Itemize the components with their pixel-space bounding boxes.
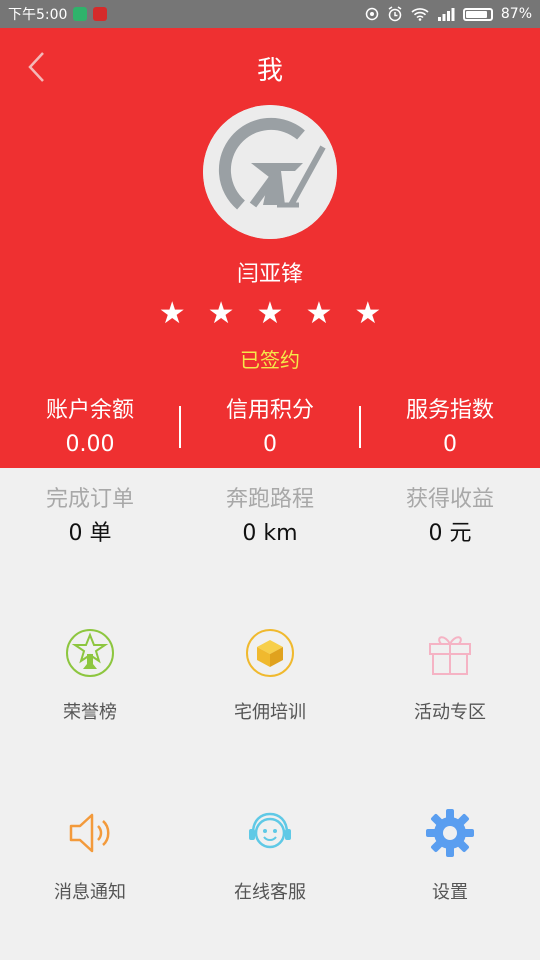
performance-stats: 完成订单 0 单 奔跑路程 0 km 获得收益 0 元 (0, 484, 540, 550)
zhaiyong-app-icon (93, 7, 108, 21)
star-icon: ★ (158, 296, 186, 331)
location-icon (365, 7, 379, 21)
completed-orders-value: 0 单 (68, 521, 112, 546)
menu-item-label: 宅佣培训 (234, 702, 306, 723)
training-box-icon (246, 629, 294, 677)
alarm-icon (388, 6, 402, 22)
menu-item-activities[interactable]: 活动专区 (360, 620, 540, 800)
running-distance-label: 奔跑路程 (225, 487, 314, 512)
star-icon: ★ (354, 296, 382, 331)
customer-service-icon (249, 812, 291, 849)
menu-item-label: 设置 (432, 882, 468, 903)
gear-icon (426, 809, 474, 857)
zhaiyong-logo-icon (203, 105, 337, 239)
completed-orders-label: 完成订单 (45, 487, 134, 512)
account-summary: 账户余额 0.00 信用积分 0 服务指数 0 (0, 394, 540, 464)
divider (179, 406, 181, 448)
star-icon: ★ (207, 296, 235, 331)
account-balance-label: 账户余额 (45, 398, 134, 423)
menu-item-label: 消息通知 (54, 882, 126, 903)
earned-income-value: 0 元 (428, 521, 472, 546)
menu-item-label: 荣誉榜 (63, 702, 117, 723)
service-index[interactable]: 服务指数 0 (359, 394, 540, 464)
credit-points-value: 0 (263, 432, 277, 457)
menu-item-label: 活动专区 (414, 702, 486, 723)
running-distance: 奔跑路程 0 km (180, 484, 360, 550)
credit-points-label: 信用积分 (225, 398, 314, 423)
menu-item-honor-board[interactable]: 荣誉榜 (0, 620, 180, 800)
wifi-icon (411, 8, 429, 21)
earned-income: 获得收益 0 元 (360, 484, 540, 550)
star-icon: ★ (305, 296, 333, 331)
menu-item-settings[interactable]: 设置 (360, 800, 540, 960)
user-name: 闫亚锋 (236, 262, 303, 287)
gift-icon (429, 636, 471, 675)
menu-grid: 荣誉榜 宅佣培训 活动专区 消息通知 在线客服 设置 (0, 620, 540, 960)
shield-app-icon (73, 7, 88, 21)
service-index-value: 0 (443, 432, 457, 457)
status-time: 下午5:00 (8, 7, 68, 23)
avatar[interactable] (203, 105, 337, 239)
credit-points[interactable]: 信用积分 0 (179, 394, 360, 464)
honor-trophy-icon (66, 629, 114, 677)
earned-income-label: 获得收益 (405, 487, 494, 512)
completed-orders: 完成订单 0 单 (0, 484, 180, 550)
page-title: 我 (256, 56, 283, 86)
service-index-label: 服务指数 (405, 398, 494, 423)
signal-icon (437, 8, 455, 21)
running-distance-value: 0 km (242, 521, 298, 546)
menu-item-training[interactable]: 宅佣培训 (180, 620, 360, 800)
profile-header: 我 闫亚锋 ★ ★ ★ ★ ★ 已签约 账户余额 0.00 信用积分 0 服务指… (0, 28, 540, 468)
divider (359, 406, 361, 448)
menu-item-label: 在线客服 (234, 882, 306, 903)
menu-item-online-support[interactable]: 在线客服 (180, 800, 360, 960)
battery-percent: 87% (500, 6, 532, 22)
star-icon: ★ (256, 296, 284, 331)
status-bar: 下午5:00 87% (0, 0, 540, 28)
rating-stars: ★ ★ ★ ★ ★ (0, 296, 540, 332)
account-balance-value: 0.00 (65, 432, 115, 457)
menu-item-notifications[interactable]: 消息通知 (0, 800, 180, 960)
battery-icon (462, 7, 493, 21)
contract-status: 已签约 (240, 348, 300, 372)
speaker-icon (69, 813, 110, 853)
account-balance[interactable]: 账户余额 0.00 (0, 394, 180, 464)
